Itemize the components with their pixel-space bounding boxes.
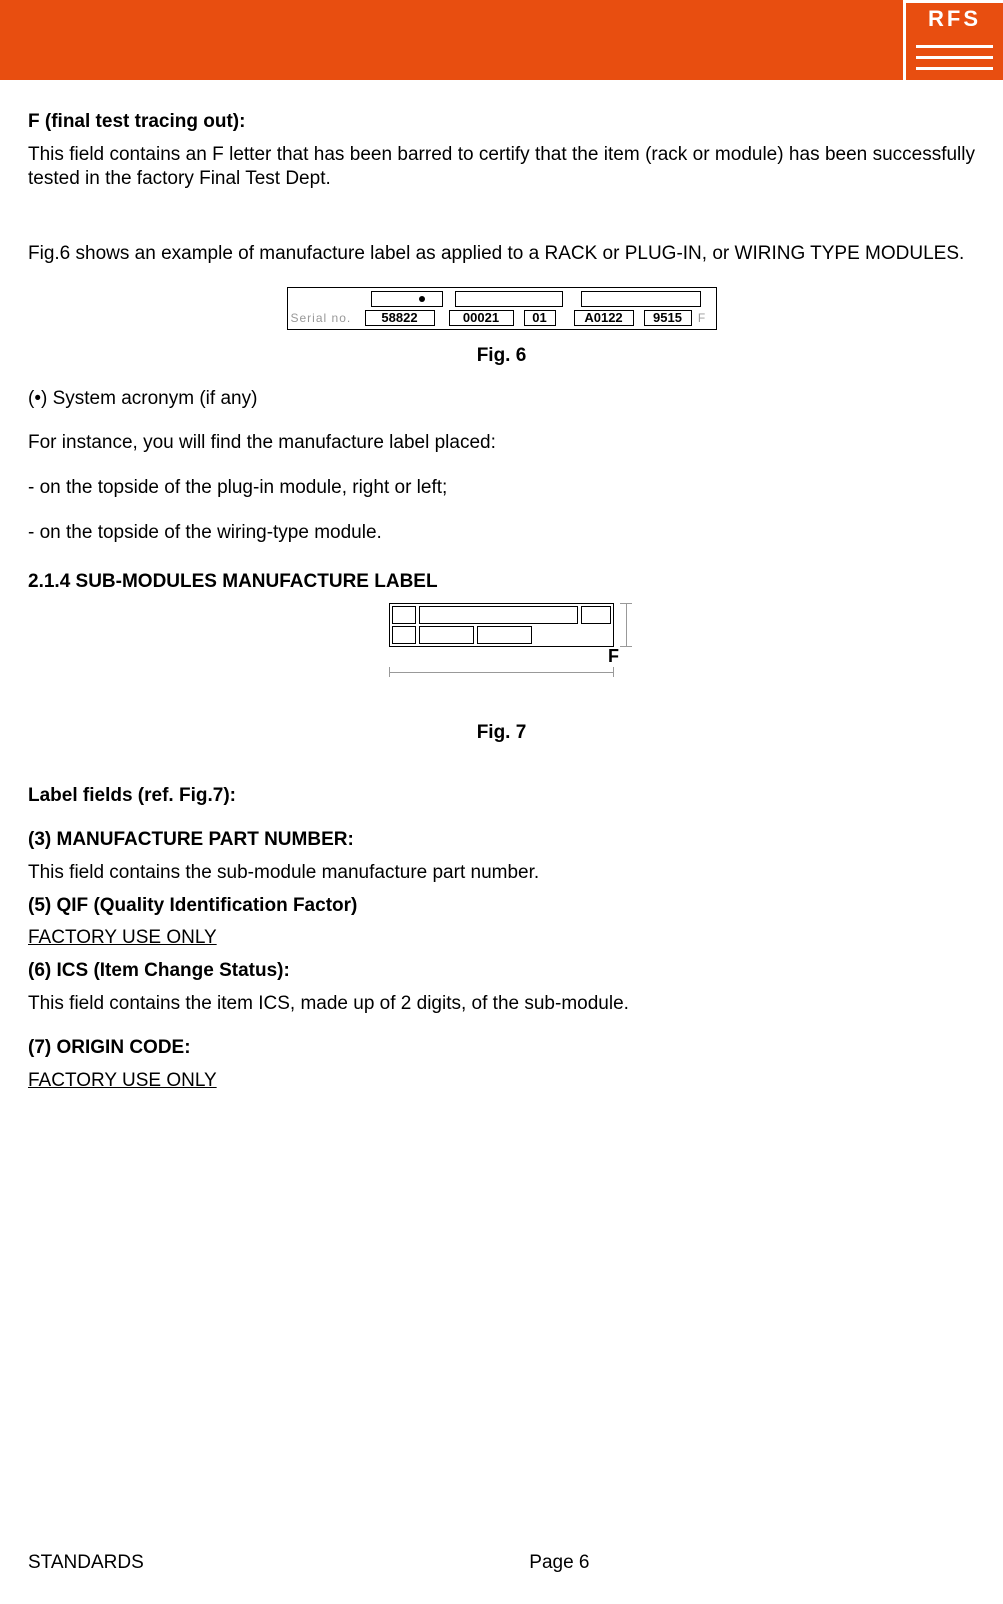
fig6-cell-0: 58822	[365, 310, 435, 326]
fig7-caption: Fig. 7	[28, 722, 975, 744]
field5-heading: (5) QIF (Quality Identification Factor)	[28, 894, 975, 919]
dash-1: - on the topside of the plug-in module, …	[28, 476, 975, 501]
dash-2: - on the topside of the wiring-type modu…	[28, 521, 975, 546]
f-heading: F (final test tracing out):	[28, 110, 975, 135]
fig6-label: Serial no. 58822 00021 01 A0122 9515 F	[287, 287, 717, 330]
fig6-cell-3: A0122	[574, 310, 634, 326]
logo: RFS	[903, 0, 1003, 80]
fig7-label: F	[389, 603, 614, 647]
field5-text: FACTORY USE ONLY	[28, 926, 975, 951]
dimension-line-horizontal-icon	[389, 667, 614, 677]
fig6-cell-2: 01	[524, 310, 556, 326]
label-fields-heading: Label fields (ref. Fig.7):	[28, 784, 975, 809]
logo-text: RFS	[903, 0, 1003, 35]
field6-heading: (6) ICS (Item Change Status):	[28, 959, 975, 984]
field6-text: This field contains the item ICS, made u…	[28, 992, 975, 1017]
fig7-f-letter: F	[608, 646, 619, 667]
footer-page-number: Page 6	[144, 1552, 975, 1574]
fig6-intro: Fig.6 shows an example of manufacture la…	[28, 242, 975, 267]
field3-text: This field contains the sub-module manuf…	[28, 861, 975, 886]
logo-waves-icon	[903, 35, 1003, 80]
field7-heading: (7) ORIGIN CODE:	[28, 1036, 975, 1061]
page-footer: STANDARDS Page 6	[28, 1552, 975, 1574]
footer-left: STANDARDS	[28, 1552, 144, 1574]
instance-text: For instance, you will find the manufact…	[28, 431, 975, 456]
dimension-line-vertical-icon	[620, 603, 632, 647]
fig6-cell-4: 9515	[644, 310, 692, 326]
fig6-tail: F	[696, 311, 708, 325]
header-bar: RFS	[0, 0, 1003, 80]
page-content: F (final test tracing out): This field c…	[0, 80, 1003, 1094]
bullet-system-acronym: (•) System acronym (if any)	[28, 387, 975, 412]
fig6-cell-1: 00021	[449, 310, 514, 326]
section-2-1-4: 2.1.4 SUB-MODULES MANUFACTURE LABEL	[28, 571, 975, 593]
dot-icon	[419, 296, 425, 302]
field7-text: FACTORY USE ONLY	[28, 1069, 975, 1094]
fig6-caption: Fig. 6	[28, 345, 975, 367]
field3-heading: (3) MANUFACTURE PART NUMBER:	[28, 828, 975, 853]
serial-no-label: Serial no.	[291, 311, 361, 325]
f-text: This field contains an F letter that has…	[28, 143, 975, 192]
